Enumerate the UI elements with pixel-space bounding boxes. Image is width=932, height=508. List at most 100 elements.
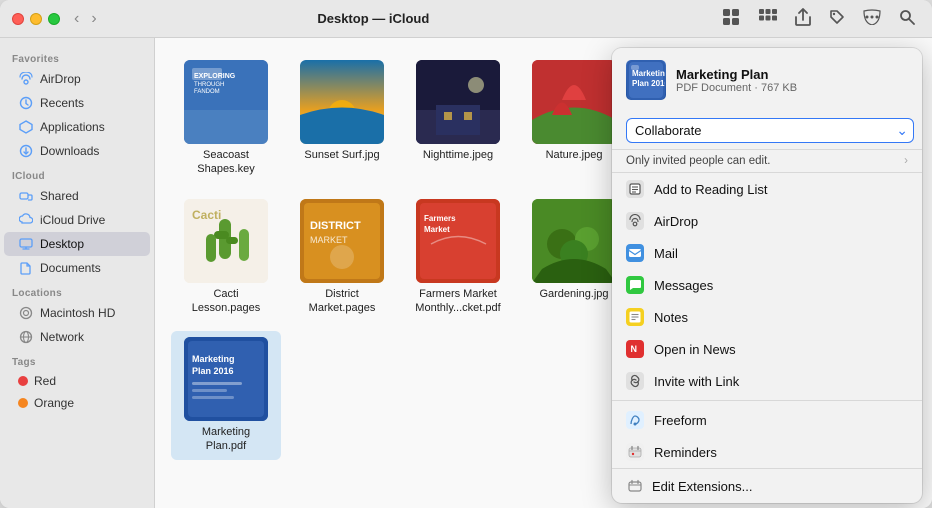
desktop-icon <box>18 236 34 252</box>
documents-icon <box>18 260 34 276</box>
airdrop-menu-icon <box>626 212 644 230</box>
popup-header: Marketing Plan 2016 Marketing Plan PDF D… <box>612 48 922 112</box>
favorites-label: Favorites <box>0 46 154 67</box>
sidebar-item-downloads[interactable]: Downloads <box>4 139 150 163</box>
share-button[interactable] <box>790 5 816 33</box>
sunset-thumb <box>300 60 384 144</box>
network-icon <box>18 329 34 345</box>
file-item-marketing[interactable]: Marketing Plan 2016 MarketingPlan.pdf <box>171 331 281 460</box>
news-icon: N <box>626 340 644 358</box>
sidebar-item-desktop[interactable]: Desktop <box>4 232 150 256</box>
svg-text:▾: ▾ <box>775 14 777 23</box>
more-button[interactable] <box>858 6 886 32</box>
sidebar-item-applications[interactable]: Applications <box>4 115 150 139</box>
applications-icon <box>18 119 34 135</box>
freeform-label: Freeform <box>654 413 707 428</box>
cacti-thumb: Cacti <box>184 199 268 283</box>
edit-extensions-item[interactable]: Edit Extensions... <box>612 468 922 503</box>
district-thumb: DISTRICT MARKET <box>300 199 384 283</box>
menu-item-invite-link[interactable]: Invite with Link <box>612 365 922 397</box>
shared-icon <box>18 188 34 204</box>
sidebar-item-macintosh-hd[interactable]: Macintosh HD <box>4 301 150 325</box>
freeform-icon <box>626 411 644 429</box>
svg-text:DISTRICT: DISTRICT <box>310 220 361 232</box>
orange-tag-dot <box>18 398 28 408</box>
marketing-label: MarketingPlan.pdf <box>202 425 250 454</box>
svg-text:Marketing: Marketing <box>632 69 665 78</box>
svg-text:N: N <box>631 344 638 354</box>
sidebar-item-documents[interactable]: Documents <box>4 256 150 280</box>
menu-item-airdrop[interactable]: AirDrop <box>612 205 922 237</box>
file-item-cacti[interactable]: Cacti CactiLesson.pages <box>171 193 281 322</box>
collaborate-row: Collaborate ⌄ <box>612 112 922 150</box>
invited-row[interactable]: Only invited people can edit. › <box>612 150 922 173</box>
svg-text:FANDOM: FANDOM <box>194 89 220 95</box>
icloud-drive-label: iCloud Drive <box>40 213 105 227</box>
notes-label: Notes <box>654 310 688 325</box>
invited-label: Only invited people can edit. <box>626 155 770 167</box>
icloud-label: iCloud <box>0 163 154 184</box>
marketing-thumb: Marketing Plan 2016 <box>184 337 268 421</box>
airdrop-menu-label: AirDrop <box>654 214 698 229</box>
menu-item-notes[interactable]: Notes <box>612 301 922 333</box>
locations-label: Locations <box>0 280 154 301</box>
grid-options-button[interactable]: ▾ <box>754 6 782 32</box>
sunset-label: Sunset Surf.jpg <box>304 148 379 162</box>
invite-link-label: Invite with Link <box>654 374 739 389</box>
mail-icon <box>626 244 644 262</box>
orange-tag-label: Orange <box>34 396 74 410</box>
sidebar-item-icloud-drive[interactable]: iCloud Drive <box>4 208 150 232</box>
airdrop-icon <box>18 71 34 87</box>
svg-text:THROUGH: THROUGH <box>194 82 224 88</box>
macintosh-hd-label: Macintosh HD <box>40 306 115 320</box>
icloud-drive-icon <box>18 212 34 228</box>
sidebar-item-tag-red[interactable]: Red <box>4 370 150 392</box>
file-item-seacoast[interactable]: EXPLORING THROUGH FANDOM SeacoastShapes.… <box>171 54 281 183</box>
network-label: Network <box>40 330 84 344</box>
shared-label: Shared <box>40 189 79 203</box>
popup-file-icon: Marketing Plan 2016 <box>626 60 666 100</box>
sidebar-item-recents[interactable]: Recents <box>4 91 150 115</box>
popup-file-meta: PDF Document · 767 KB <box>676 82 908 94</box>
file-item-sunset[interactable]: Sunset Surf.jpg <box>287 54 397 183</box>
menu-item-open-news[interactable]: N Open in News <box>612 333 922 365</box>
file-item-nighttime[interactable]: Nighttime.jpeg <box>403 54 513 183</box>
menu-item-freeform[interactable]: Freeform <box>612 404 922 436</box>
file-item-farmers[interactable]: Farmers Market Farmers MarketMonthly...c… <box>403 193 513 322</box>
menu-item-messages[interactable]: Messages <box>612 269 922 301</box>
airdrop-label: AirDrop <box>40 72 81 86</box>
svg-text:Marketing: Marketing <box>192 354 235 364</box>
collaborate-select[interactable]: Collaborate <box>626 118 914 143</box>
nature-thumb <box>532 60 616 144</box>
close-button[interactable] <box>12 13 24 25</box>
open-news-label: Open in News <box>654 342 736 357</box>
tag-button[interactable] <box>824 6 850 32</box>
red-tag-dot <box>18 376 28 386</box>
recents-label: Recents <box>40 96 84 110</box>
menu-item-mail[interactable]: Mail <box>612 237 922 269</box>
file-item-district[interactable]: DISTRICT MARKET DistrictMarket.pages <box>287 193 397 322</box>
reminders-icon <box>626 443 644 461</box>
svg-text:Farmers: Farmers <box>424 214 456 223</box>
messages-label: Messages <box>654 278 713 293</box>
link-icon <box>626 372 644 390</box>
sidebar-item-network[interactable]: Network <box>4 325 150 349</box>
content-area: EXPLORING THROUGH FANDOM SeacoastShapes.… <box>155 38 932 508</box>
seacoast-thumb: EXPLORING THROUGH FANDOM <box>184 60 268 144</box>
sidebar-item-tag-orange[interactable]: Orange <box>4 392 150 414</box>
sidebar: Favorites AirDrop <box>0 38 155 508</box>
farmers-thumb: Farmers Market <box>416 199 500 283</box>
mail-label: Mail <box>654 246 678 261</box>
menu-item-reminders[interactable]: Reminders <box>612 436 922 468</box>
toolbar-right: ▾ <box>718 5 920 33</box>
reading-list-icon <box>626 180 644 198</box>
search-button[interactable] <box>894 6 920 32</box>
sidebar-item-airdrop[interactable]: AirDrop <box>4 67 150 91</box>
popup-divider <box>612 400 922 401</box>
svg-text:Cacti: Cacti <box>192 208 221 222</box>
window-title: Desktop — iCloud <box>29 11 718 26</box>
menu-item-reading-list[interactable]: Add to Reading List <box>612 173 922 205</box>
view-toggle-button[interactable] <box>718 6 746 32</box>
sidebar-item-shared[interactable]: Shared <box>4 184 150 208</box>
popup-file-info: Marketing Plan PDF Document · 767 KB <box>676 67 908 94</box>
